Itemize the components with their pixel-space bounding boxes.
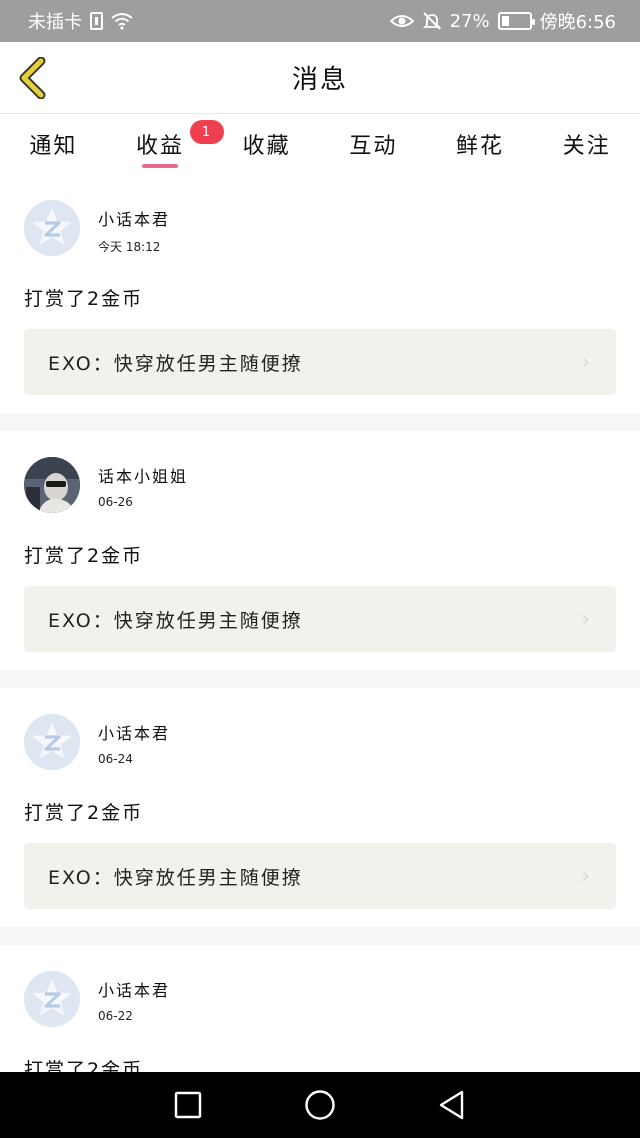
book-title: EXO：快穿放任男主随便撩 — [48, 609, 303, 632]
status-bar: 未插卡 27% 傍晚6:56 — [0, 0, 640, 42]
battery-percent: 27% — [449, 10, 490, 32]
timestamp: 今天 18:12 — [98, 240, 161, 254]
user-photo-icon — [24, 457, 80, 513]
username[interactable]: 小话本君 — [98, 977, 170, 1001]
tab-bar: 通知 收益 1 收藏 互动 鲜花 关注 — [0, 114, 640, 174]
avatar[interactable] — [24, 457, 80, 513]
book-title: EXO：快穿放任男主随便撩 — [48, 352, 303, 375]
card-header: 小话本君 06-22 — [24, 971, 616, 1027]
tab-label: 关注 — [562, 134, 611, 159]
username[interactable]: 小话本君 — [98, 206, 170, 230]
tab-label: 收益 — [136, 134, 185, 159]
card-meta: 话本小姐姐 06-26 — [98, 457, 188, 509]
default-avatar-icon — [24, 714, 80, 770]
tab-label: 通知 — [29, 134, 78, 159]
back-button[interactable] — [12, 56, 52, 100]
active-tab-indicator — [142, 164, 178, 168]
tab-favorites[interactable]: 收藏 — [213, 114, 320, 174]
book-title: EXO：快穿放任男主随便撩 — [48, 866, 303, 889]
username[interactable]: 小话本君 — [98, 720, 170, 744]
default-avatar-icon — [24, 200, 80, 256]
navigation-bar — [0, 1072, 640, 1138]
feed-card: 小话本君 今天 18:12 打赏了2金币 EXO：快穿放任男主随便撩 › — [0, 174, 640, 413]
book-link[interactable]: EXO：快穿放任男主随便撩 › — [24, 329, 616, 395]
tab-label: 鲜花 — [456, 134, 505, 159]
clock-time: 傍晚6:56 — [539, 12, 616, 33]
page-title: 消息 — [291, 65, 348, 95]
recent-apps-button[interactable] — [168, 1085, 208, 1125]
carrier-text: 未插卡 — [28, 12, 82, 33]
battery-level-fill — [501, 16, 509, 26]
feed-card: 小话本君 06-22 打赏了2金币 — [0, 945, 640, 1072]
message-feed[interactable]: 小话本君 今天 18:12 打赏了2金币 EXO：快穿放任男主随便撩 › 话本小… — [0, 174, 640, 1072]
feed-card: 小话本君 06-24 打赏了2金币 EXO：快穿放任男主随便撩 › — [0, 688, 640, 927]
card-header: 小话本君 06-24 — [24, 714, 616, 770]
username[interactable]: 话本小姐姐 — [98, 463, 188, 487]
divider — [0, 413, 640, 431]
card-header: 话本小姐姐 06-26 — [24, 457, 616, 513]
header: 消息 — [0, 42, 640, 114]
feed-card: 话本小姐姐 06-26 打赏了2金币 EXO：快穿放任男主随便撩 › — [0, 431, 640, 670]
tab-label-wrap: 收益 1 — [134, 120, 225, 160]
book-link[interactable]: EXO：快穿放任男主随便撩 › — [24, 843, 616, 909]
divider — [0, 670, 640, 688]
chevron-right-icon: › — [581, 349, 590, 375]
message-text: 打赏了2金币 — [24, 802, 144, 824]
divider — [0, 927, 640, 945]
card-header: 小话本君 今天 18:12 — [24, 200, 616, 256]
tab-notifications[interactable]: 通知 — [0, 114, 107, 174]
avatar[interactable] — [24, 200, 80, 256]
tab-label: 收藏 — [242, 134, 291, 159]
sim-icon — [90, 12, 103, 30]
message-text: 打赏了2金币 — [24, 545, 144, 567]
tab-flowers[interactable]: 鲜花 — [427, 114, 534, 174]
timestamp: 06-22 — [98, 1009, 133, 1023]
message-text: 打赏了2金币 — [24, 288, 144, 310]
card-meta: 小话本君 今天 18:12 — [98, 200, 170, 255]
tab-interactions[interactable]: 互动 — [320, 114, 427, 174]
status-right: 27% 傍晚6:56 — [389, 8, 616, 34]
default-avatar-icon — [24, 971, 80, 1027]
timestamp: 06-24 — [98, 752, 133, 766]
wifi-icon — [111, 12, 133, 30]
circle-icon — [305, 1090, 335, 1120]
tab-follows[interactable]: 关注 — [533, 114, 640, 174]
chevron-left-icon — [19, 57, 46, 99]
book-link[interactable]: EXO：快穿放任男主随便撩 › — [24, 586, 616, 652]
square-icon — [174, 1091, 202, 1119]
back-nav-button[interactable] — [432, 1085, 472, 1125]
tab-earnings[interactable]: 收益 1 — [107, 114, 225, 174]
eye-icon — [389, 13, 414, 29]
triangle-back-icon — [439, 1090, 464, 1120]
card-meta: 小话本君 06-22 — [98, 971, 170, 1023]
avatar[interactable] — [24, 714, 80, 770]
chevron-right-icon: › — [581, 863, 590, 889]
tab-label: 互动 — [349, 134, 398, 159]
status-left: 未插卡 — [28, 8, 133, 34]
home-button[interactable] — [300, 1085, 340, 1125]
chevron-right-icon: › — [581, 606, 590, 632]
mute-icon — [422, 11, 442, 31]
card-meta: 小话本君 06-24 — [98, 714, 170, 766]
message-text: 打赏了2金币 — [24, 1059, 144, 1072]
avatar[interactable] — [24, 971, 80, 1027]
timestamp: 06-26 — [98, 495, 133, 509]
battery-icon — [497, 12, 535, 30]
